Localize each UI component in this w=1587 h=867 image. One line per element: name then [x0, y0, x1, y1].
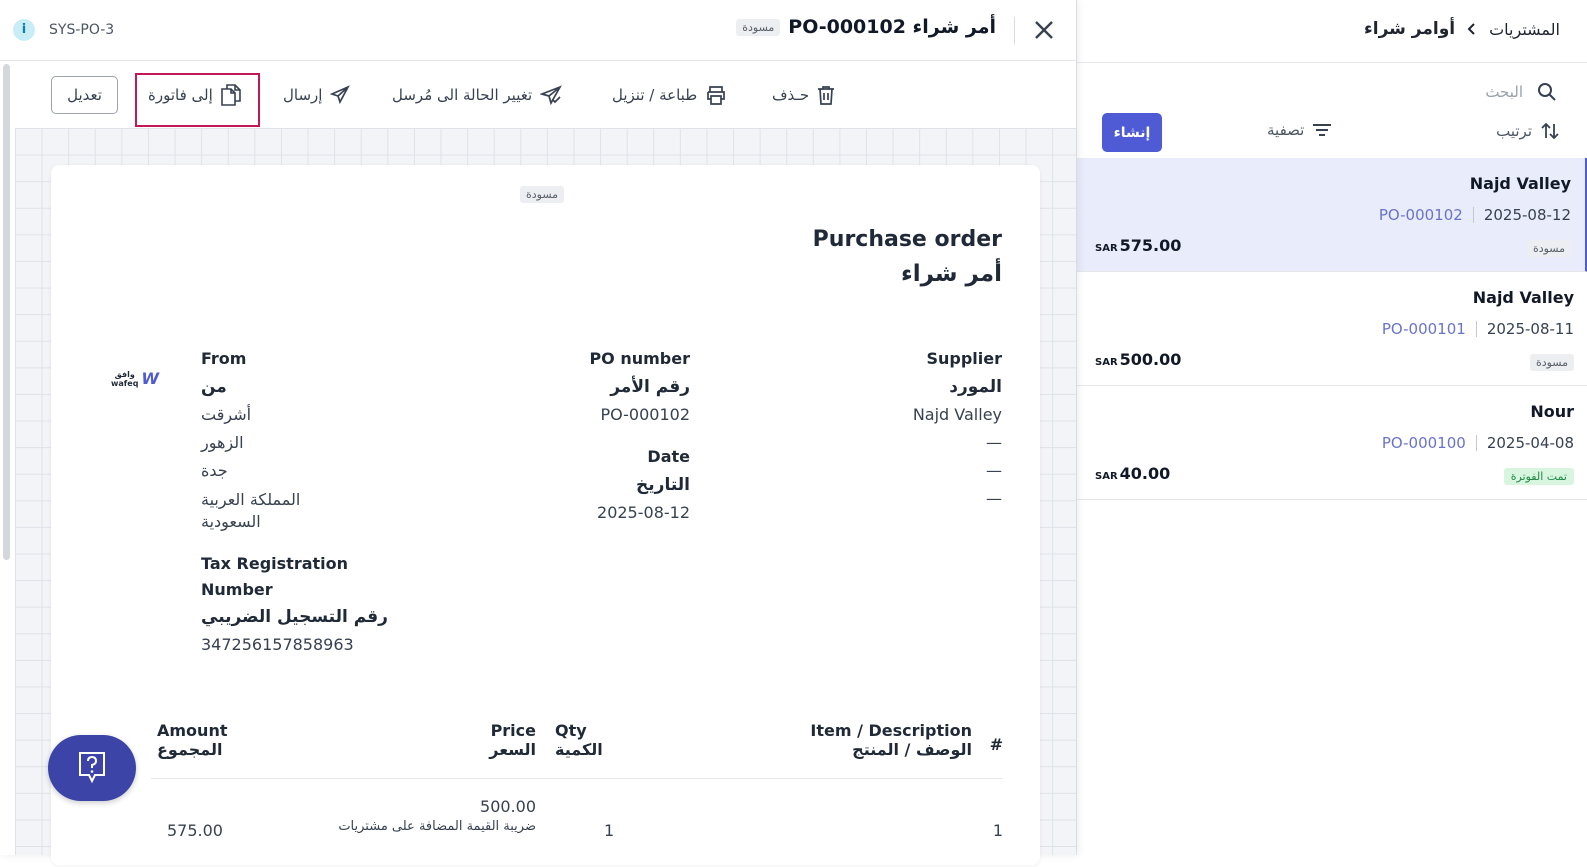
supplier-name: Najd Valley: [1472, 288, 1574, 307]
supplier-block: Supplier المورد Najd Valley — — —: [802, 345, 1002, 513]
status-badge: مسودة: [1529, 351, 1574, 371]
po-list: Najd Valley PO-000102 2025-08-12 SAR 575.…: [1077, 158, 1587, 500]
detail-header: i SYS-PO-3 أمر شراء PO-000102 مسودة: [0, 0, 1076, 61]
document-title-ar: أمر شراء: [900, 261, 1002, 287]
help-chat-icon: [79, 751, 105, 783]
printer-icon: [707, 86, 725, 105]
close-icon: [1035, 21, 1053, 39]
status-badge: تمت الفوترة: [1503, 465, 1574, 485]
chevron-left-icon: [1467, 23, 1475, 35]
po-number-block: PO number رقم الأمر PO-000102 Date التار…: [589, 349, 690, 522]
delete-button[interactable]: حـذف: [772, 76, 835, 114]
send-check-icon: [540, 85, 563, 105]
page-title: أوامر شراء: [1364, 19, 1456, 39]
sort-arrows-icon: [1541, 122, 1559, 140]
scrollbar[interactable]: [3, 64, 10, 560]
send-button[interactable]: إرسال: [283, 76, 351, 114]
filter-lines-icon: [1313, 124, 1332, 136]
item-meta: PO-000100 2025-04-08: [1266, 434, 1574, 452]
po-date: 2025-08-11: [1486, 320, 1574, 338]
status-badge: مسودة: [736, 18, 781, 36]
help-button[interactable]: [48, 735, 136, 801]
item-meta: PO-000101 2025-08-11: [1266, 320, 1574, 338]
convert-to-invoice-button[interactable]: إلى فاتورة: [148, 76, 241, 114]
purchase-order-detail-panel: i SYS-PO-3 أمر شراء PO-000102 مسودة حـذف…: [0, 0, 1076, 865]
close-button[interactable]: [1031, 17, 1057, 43]
breadcrumb: المشتريات أوامر شراء: [1364, 19, 1560, 39]
table-row: 1 1 500.00 ضريبة القيمة المضافة على مشتر…: [167, 797, 1003, 840]
record-info: i SYS-PO-3: [13, 19, 114, 41]
po-date: 2025-04-08: [1486, 434, 1574, 452]
sort-label: ترتيب: [1496, 122, 1532, 140]
filter-label: تصفية: [1267, 121, 1305, 139]
po-amount: SAR 575.00: [1095, 236, 1182, 255]
list-toolbar: إنشاء تصفية ترتيب: [1077, 112, 1587, 154]
document-title-en: Purchase order: [812, 227, 1002, 252]
po-amount: SAR 500.00: [1095, 350, 1182, 369]
list-item[interactable]: Najd Valley PO-000101 2025-08-11 SAR 500.…: [1077, 272, 1587, 386]
list-header: المشتريات أوامر شراء: [1077, 0, 1587, 63]
search-icon: [1538, 83, 1556, 101]
po-number: PO-000101: [1381, 320, 1466, 338]
record-code: SYS-PO-3: [49, 22, 115, 38]
divider: [1475, 321, 1477, 337]
detail-title: أمر شراء PO-000102 مسودة: [736, 16, 996, 38]
supplier-name: Najd Valley: [912, 405, 1002, 424]
breadcrumb-purchases[interactable]: المشتريات: [1489, 20, 1560, 39]
divider: [1472, 207, 1474, 223]
divider: [1014, 17, 1015, 44]
divider: [1475, 435, 1477, 451]
document-preview: مسودة Purchase order أمر شراء Supplier ا…: [51, 165, 1040, 865]
page-title: أمر شراء PO-000102: [788, 16, 996, 38]
sort-button[interactable]: ترتيب: [1496, 121, 1560, 141]
po-number: PO-000100: [1381, 434, 1466, 452]
list-item[interactable]: Najd Valley PO-000102 2025-08-12 SAR 575.…: [1077, 158, 1587, 272]
detail-toolbar: حـذف طباعة / تنزيل تغيير الحالة الى مُرس…: [0, 62, 1076, 128]
trash-icon: [818, 86, 835, 105]
filter-button[interactable]: تصفية: [1267, 121, 1332, 139]
company-logo: وافق wafeq W: [111, 369, 160, 388]
create-button[interactable]: إنشاء: [1102, 113, 1162, 152]
supplier-name: Nour: [1530, 402, 1574, 421]
po-amount: SAR 40.00: [1095, 464, 1171, 483]
list-item[interactable]: Nour PO-000100 2025-04-08 SAR 40.00 تمت ا…: [1077, 386, 1587, 500]
items-table-header: # Item / Description الوصف / المنتج Qty ال…: [151, 719, 1003, 779]
search-input[interactable]: [1383, 83, 1523, 101]
from-block: From من أشرقت الزهور جدة المملكة العربية…: [201, 349, 388, 654]
po-date: 2025-08-12: [1483, 206, 1571, 224]
print-download-button[interactable]: طباعة / تنزيل: [612, 76, 727, 114]
purchase-orders-list-panel: المشتريات أوامر شراء إنشاء تصفية ترتيب N…: [1076, 0, 1587, 855]
info-icon[interactable]: i: [13, 19, 35, 41]
search-box[interactable]: [1357, 76, 1557, 108]
po-number: PO-000102: [1378, 206, 1463, 224]
draft-stamp: مسودة: [520, 183, 565, 203]
send-icon: [330, 85, 351, 105]
item-meta: PO-000102 2025-08-12: [1263, 206, 1571, 224]
status-badge: مسودة: [1526, 237, 1571, 257]
change-status-sent-button[interactable]: تغيير الحالة الى مُرسل: [392, 76, 563, 114]
supplier-name: Najd Valley: [1469, 174, 1571, 193]
document-copy-icon: [220, 84, 241, 106]
edit-button[interactable]: تعديل: [51, 76, 118, 114]
